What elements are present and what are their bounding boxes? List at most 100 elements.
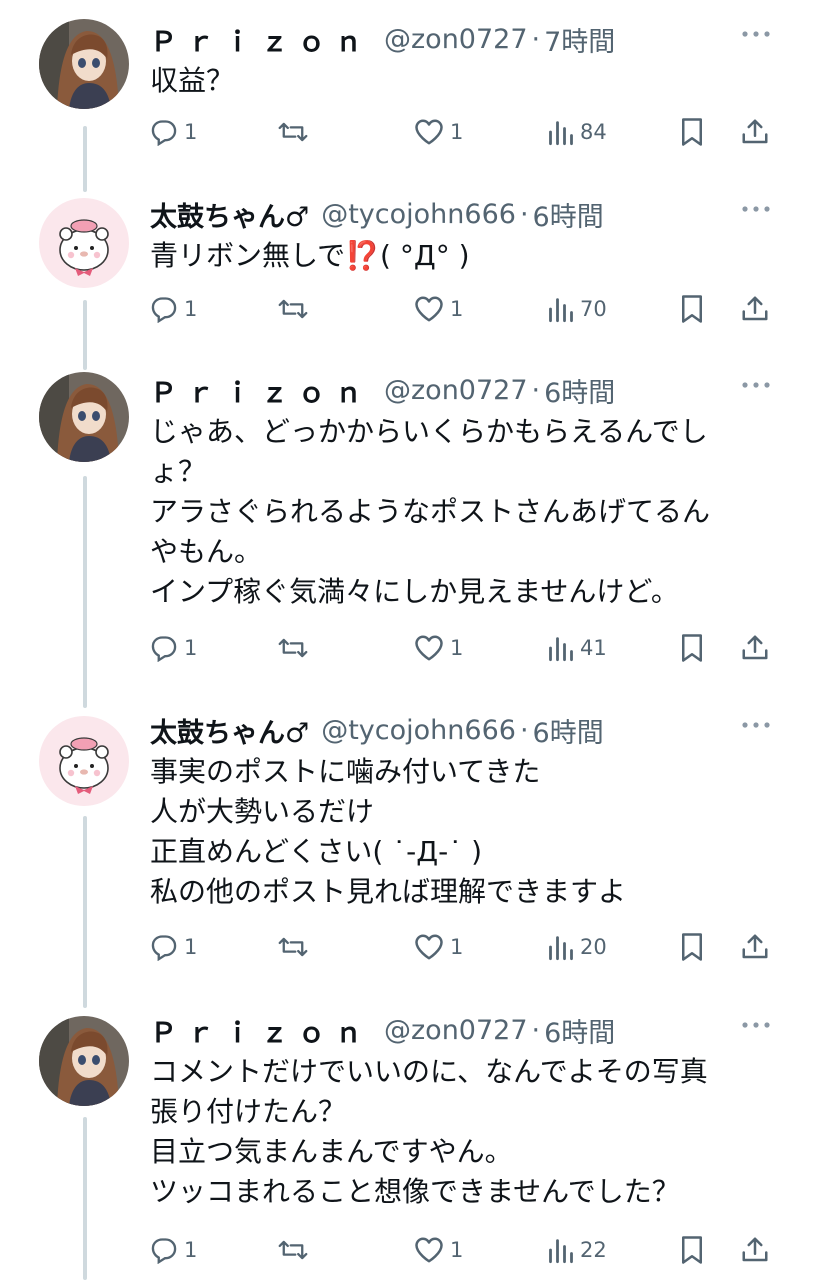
bookmark-button[interactable] <box>679 927 705 967</box>
share-button[interactable] <box>740 112 770 152</box>
retweet-button[interactable] <box>278 628 308 668</box>
more-icon[interactable] <box>741 29 771 39</box>
more-icon[interactable] <box>741 720 771 730</box>
like-icon <box>415 934 443 960</box>
like-button[interactable]: 1 <box>414 927 463 967</box>
bookmark-icon <box>682 295 702 323</box>
tweet[interactable]: Ｐｒｉｚｏｎ @zon0727 · 6時間 コメントだけでいいのに、なんでよその… <box>0 1010 813 1280</box>
timestamp[interactable]: 6時間 <box>533 195 604 234</box>
tweet[interactable]: 太鼓ちゃん♂ @tycojohn666 · 6時間 青リボン無しで⁉️( °Д°… <box>0 194 813 334</box>
share-button[interactable] <box>740 628 770 668</box>
like-icon <box>415 635 443 661</box>
more-icon[interactable] <box>741 380 771 390</box>
avatar[interactable] <box>39 1016 129 1106</box>
tweet-actions: 1 1 22 <box>150 1230 780 1270</box>
separator-dot: · <box>519 198 529 230</box>
avatar[interactable] <box>39 716 129 806</box>
avatar[interactable] <box>39 198 129 288</box>
display-name[interactable]: 太鼓ちゃん♂ <box>150 195 309 234</box>
tweet[interactable]: Ｐｒｉｚｏｎ @zon0727 · 7時間 収益？ 1 1 84 <box>0 19 813 159</box>
display-name[interactable]: 太鼓ちゃん♂ <box>150 711 309 750</box>
views-icon <box>549 1239 573 1264</box>
tweet-text: じゃあ、どっかからいくらかもらえるんでし ょ？ アラさぐられるようなポストさんあ… <box>150 412 770 612</box>
more-icon[interactable] <box>741 204 771 214</box>
tweet-text-line: 私の他のポスト見れば理解できますよ <box>150 875 627 908</box>
display-name[interactable]: Ｐｒｉｚｏｎ <box>150 371 372 410</box>
avatar[interactable] <box>39 19 129 109</box>
tweet[interactable]: 太鼓ちゃん♂ @tycojohn666 · 6時間 事実のポストに噛み付いてきた… <box>0 710 813 980</box>
views-button[interactable]: 41 <box>548 628 607 668</box>
views-icon <box>549 298 573 323</box>
timestamp[interactable]: 6時間 <box>533 711 604 750</box>
user-handle[interactable]: @zon0727 <box>384 24 528 55</box>
view-count: 41 <box>580 636 607 660</box>
like-button[interactable]: 1 <box>414 112 463 152</box>
retweet-icon <box>278 1240 308 1260</box>
tweet-actions: 1 1 20 <box>150 927 780 967</box>
tweet-text: コメントだけでいいのに、なんでよその写真 張り付けたん？ 目立つ気まんまんですや… <box>150 1052 770 1212</box>
like-icon <box>415 296 443 322</box>
reply-button[interactable]: 1 <box>150 628 197 668</box>
bear-avatar-image <box>39 198 129 288</box>
user-handle[interactable]: @zon0727 <box>384 1015 528 1046</box>
bookmark-button[interactable] <box>679 1230 705 1270</box>
user-handle[interactable]: @tycojohn666 <box>321 715 516 746</box>
reply-count: 1 <box>184 120 198 144</box>
display-name[interactable]: Ｐｒｉｚｏｎ <box>150 1011 372 1050</box>
views-button[interactable]: 20 <box>548 927 607 967</box>
tweet-text-line: ツッコまれること想像できませんでした？ <box>150 1175 680 1208</box>
tweet-text-line: 青リボン無しで⁉️( °Д° ) <box>150 236 770 276</box>
timestamp[interactable]: 6時間 <box>544 371 615 410</box>
timestamp[interactable]: 6時間 <box>544 1011 615 1050</box>
avatar[interactable] <box>39 372 129 462</box>
tweet-text-line: 事実のポストに噛み付いてきた <box>150 755 541 788</box>
views-button[interactable]: 22 <box>548 1230 607 1270</box>
view-count: 84 <box>580 120 607 144</box>
reply-button[interactable]: 1 <box>150 289 197 329</box>
share-button[interactable] <box>740 289 770 329</box>
timestamp[interactable]: 7時間 <box>544 20 615 59</box>
like-icon <box>415 119 443 145</box>
tweet-text-line: コメントだけでいいのに、なんでよその写真 <box>150 1055 708 1088</box>
tweet-text: 事実のポストに噛み付いてきた 人が大勢いるだけ 正直めんどくさい( ˙-Д-˙ … <box>150 752 770 912</box>
retweet-button[interactable] <box>278 927 308 967</box>
share-icon <box>742 119 768 144</box>
share-icon <box>742 635 768 660</box>
reply-icon <box>151 120 177 146</box>
share-button[interactable] <box>740 1230 770 1270</box>
bookmark-button[interactable] <box>679 112 705 152</box>
display-name[interactable]: Ｐｒｉｚｏｎ <box>150 20 372 59</box>
tweet[interactable]: Ｐｒｉｚｏｎ @zon0727 · 6時間 じゃあ、どっかからいくらかもらえるん… <box>0 370 813 680</box>
bookmark-icon <box>682 933 702 961</box>
tweet-header: 太鼓ちゃん♂ @tycojohn666 · 6時間 <box>150 710 773 750</box>
retweet-button[interactable] <box>278 289 308 329</box>
exclamation-question-emoji: ⁉️ <box>345 239 381 272</box>
view-count: 22 <box>580 1238 607 1262</box>
retweet-button[interactable] <box>278 112 308 152</box>
retweet-icon <box>278 937 308 957</box>
views-button[interactable]: 70 <box>548 289 607 329</box>
bookmark-button[interactable] <box>679 289 705 329</box>
tweet-text-line: ょ？ <box>150 455 207 488</box>
like-count: 1 <box>450 297 464 321</box>
like-count: 1 <box>450 636 464 660</box>
user-handle[interactable]: @tycojohn666 <box>321 199 516 230</box>
retweet-icon <box>278 122 308 142</box>
views-button[interactable]: 84 <box>548 112 607 152</box>
tweet-header: Ｐｒｉｚｏｎ @zon0727 · 7時間 <box>150 19 773 59</box>
retweet-icon <box>278 638 308 658</box>
like-button[interactable]: 1 <box>414 1230 463 1270</box>
tweet-actions: 1 1 70 <box>150 289 780 329</box>
more-icon[interactable] <box>741 1020 771 1030</box>
retweet-button[interactable] <box>278 1230 308 1270</box>
tweet-text-line: じゃあ、どっかからいくらかもらえるんでし <box>150 415 708 448</box>
user-handle[interactable]: @zon0727 <box>384 375 528 406</box>
tweet-text-segment: ( °Д° ) <box>380 239 470 272</box>
bookmark-button[interactable] <box>679 628 705 668</box>
share-button[interactable] <box>740 927 770 967</box>
reply-button[interactable]: 1 <box>150 112 197 152</box>
reply-button[interactable]: 1 <box>150 927 197 967</box>
like-button[interactable]: 1 <box>414 289 463 329</box>
reply-button[interactable]: 1 <box>150 1230 197 1270</box>
like-button[interactable]: 1 <box>414 628 463 668</box>
